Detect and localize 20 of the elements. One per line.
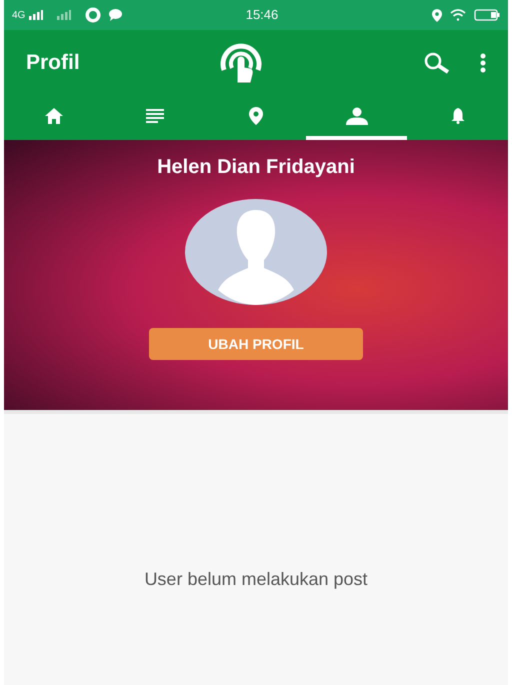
location-pin-icon bbox=[432, 8, 442, 22]
bell-icon bbox=[450, 108, 465, 124]
chat-bubble-icon bbox=[109, 9, 122, 21]
network-type: 4G bbox=[12, 8, 26, 22]
home-icon bbox=[45, 108, 64, 124]
person-icon bbox=[346, 106, 368, 124]
profile-name: Helen Dian Fridayani bbox=[157, 155, 355, 180]
wifi-icon bbox=[450, 9, 466, 21]
signal-icon bbox=[57, 10, 72, 20]
list-icon bbox=[146, 108, 164, 122]
search-icon[interactable] bbox=[424, 52, 450, 74]
app-notification-icon bbox=[85, 7, 102, 23]
signal-icon bbox=[29, 10, 44, 20]
empty-posts-message: User belum melakukan post bbox=[144, 568, 368, 590]
battery-icon bbox=[474, 9, 500, 21]
edit-profile-button[interactable]: UBAH PROFIL bbox=[149, 328, 363, 360]
clock: 15:46 bbox=[244, 6, 280, 24]
location-pin-icon bbox=[248, 106, 263, 124]
app-bar-title: Profil bbox=[26, 50, 81, 76]
more-menu-icon[interactable] bbox=[480, 52, 486, 72]
